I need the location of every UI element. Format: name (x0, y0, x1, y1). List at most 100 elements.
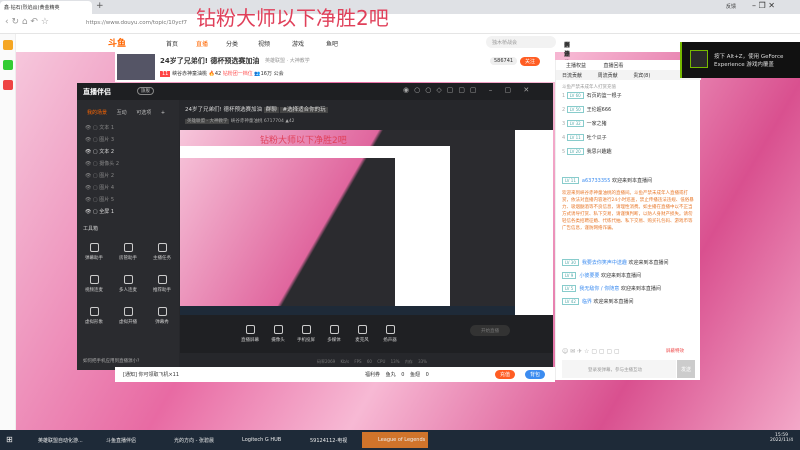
chat-message: LV 11 a63733355 欢迎来到本直播间 (562, 177, 652, 184)
layer-item[interactable]: 👁 ▢ 图片 5 (85, 196, 114, 203)
source-button[interactable]: 摄像头 (263, 325, 293, 343)
source-icon (273, 325, 283, 334)
source-button[interactable]: 扬声器 (375, 325, 405, 343)
backpack-button[interactable]: 背包 (525, 370, 546, 379)
tool-item[interactable]: 房管助手 (111, 243, 145, 261)
source-button[interactable]: 手机投屏 (291, 325, 321, 343)
taskbar-item[interactable]: 光的方向 - 张碧晨 (158, 432, 224, 448)
rank-item[interactable]: 2 LV 50 王伦超666 (562, 106, 611, 113)
source-icon (301, 325, 311, 334)
preview-browser (180, 146, 395, 158)
stream-meta: 英雄联盟 - 大神教学 峡谷赤神童油桃 6717704 ▲42 (185, 119, 295, 124)
source-icon (357, 325, 367, 334)
source-icon (245, 325, 255, 334)
nvidia-icon (690, 50, 708, 68)
tool-item[interactable]: 主播任务 (145, 243, 179, 261)
taskbar-item[interactable]: 英雄联盟自动化游... (22, 432, 88, 448)
browser-tab[interactable]: 鑫·钻石(烈焰焱)黄金精英 (0, 1, 92, 14)
feedback-button[interactable]: 反馈 (726, 3, 736, 10)
notice: 斗鱼严禁未成年人打赏充值 (562, 85, 616, 90)
titlebar-icons[interactable]: ◉○○◇▢▢▢ – ▢ ✕ (403, 86, 534, 94)
taskbar: ⊞ 英雄联盟自动化游... 斗鱼直播伴侣 光的方向 - 张碧晨 Logitech G … (0, 430, 800, 450)
scene-tabs[interactable]: 我的场景 互动 可选项 + (87, 109, 165, 116)
tool-icon (89, 275, 99, 284)
rank-item[interactable]: 4 LV 11 吐个瓜子 (562, 134, 607, 141)
favorite-icon[interactable] (3, 40, 13, 50)
layer-item[interactable]: 👁 ▢ 图片 4 (85, 184, 114, 191)
new-tab-button[interactable]: + (96, 1, 104, 11)
nav-home[interactable]: 首页 (166, 39, 178, 48)
charge-button[interactable]: 充值 (495, 370, 516, 379)
send-button[interactable]: 发送 (677, 360, 695, 378)
stream-overlay-text: 钻粉大师以下净胜2吧 (196, 6, 389, 30)
nav-live[interactable]: 直播 (196, 39, 208, 48)
tool-item[interactable]: 视频连麦 (77, 275, 111, 293)
notice-text: [通知] 你可领取飞机×11 (123, 372, 180, 378)
tool-item[interactable]: 弹幕秀 (145, 307, 179, 325)
layer-item[interactable]: 👁 ▢ 图片 2 (85, 172, 114, 179)
source-button[interactable]: 多媒体 (319, 325, 349, 343)
window-controls[interactable]: – ❐ ✕ (752, 1, 775, 10)
help-tip[interactable]: 如何把手机应用到直播源小? (83, 358, 139, 364)
nav-buttons-icon[interactable]: ‹ ↻ ⌂ ↶ ☆ (5, 17, 49, 27)
source-button[interactable]: 麦克风 (347, 325, 377, 343)
companion-window: 直播伴侣 旗舰 ◉○○◇▢▢▢ – ▢ ✕ 我的场景 互动 可选项 + 👁 ▢ … (77, 83, 553, 370)
tool-item[interactable]: 虚拟开播 (111, 307, 145, 325)
preview-chat (395, 146, 450, 306)
geforce-overlay-toast: 按下 Alt+Z，使用 GeForce Experience 游戏内覆盖 (680, 42, 800, 78)
source-button[interactable]: 直播屏幕 (235, 325, 265, 343)
layer-item[interactable]: 👁 ▢ 文本 2 (85, 148, 114, 155)
edition-badge[interactable]: 旗舰 (137, 87, 154, 95)
tool-item[interactable]: 虚拟形象 (77, 307, 111, 325)
source-icon (385, 325, 395, 334)
stream-preview[interactable]: 钻粉大师以下净胜2吧 (180, 130, 515, 315)
start-stream-button[interactable]: 开始直播 (470, 325, 510, 336)
wechat-icon[interactable] (3, 60, 13, 70)
layer-item[interactable]: 👁 ▢ 文本 1 (85, 124, 114, 131)
tool-icon (123, 243, 133, 252)
tool-item[interactable]: 推荐助手 (145, 275, 179, 293)
layer-item[interactable]: 👁 ▢ 摄像头 2 (85, 160, 119, 167)
chat-panel: 主播权益 直播回看 日流贡献 周流贡献 贵宾(8) 斗鱼严禁未成年人打赏充值 1… (555, 60, 701, 380)
preview-right-strip (515, 130, 553, 315)
rank-item[interactable]: 3 LV 32 一家之猪 (562, 120, 607, 127)
source-icon (329, 325, 339, 334)
chat-message: LV 9 小彼要要 欢迎来到本直播间 (562, 272, 641, 279)
layer-item[interactable]: 👁 ▢ 全屏 1 (85, 208, 114, 215)
nav-category[interactable]: 分类 (226, 39, 238, 48)
anchor-avatar (117, 54, 155, 80)
taskbar-item[interactable]: 59124112-电视 (294, 432, 360, 448)
rank-item[interactable]: 5 LV 20 我思兴趣趣 (562, 148, 612, 155)
block-effects-toggle[interactable]: 屏蔽特效 (666, 348, 684, 354)
toolbox-title: 工具箱 (83, 226, 99, 232)
taskbar-item[interactable]: 斗鱼直播伴侣 (90, 432, 156, 448)
wallet[interactable]: 福利券 鱼丸 0 鱼翅 0 (365, 371, 429, 378)
rank-item[interactable]: 1 LV 60 石页的篮一根子 (562, 92, 622, 99)
douyu-logo[interactable]: 斗鱼 (108, 36, 126, 49)
search-input[interactable]: 独木桥战会 (486, 36, 556, 48)
room-info: 24岁了兄弟们! 德杯预选赛加油 英雄联盟 · 大神教学 11 峡谷赤神童油桃 … (115, 52, 555, 82)
room-category[interactable]: 英雄联盟 · 大神教学 (265, 57, 310, 64)
nav-yuba[interactable]: 鱼吧 (326, 39, 338, 48)
tool-icon (89, 243, 99, 252)
chat-tools-icons[interactable]: ☺ ✉ ✈ ☆ ▢ ▢ ▢ ▢ (562, 348, 620, 355)
follow-button[interactable]: 关注 (520, 57, 541, 66)
system-message: 欢迎来到峡谷赤神童油桃的直播间。斗鱼严禁未成年人直播或打赏，依法对直播内容进行2… (562, 191, 694, 231)
tool-item[interactable]: 多人连麦 (111, 275, 145, 293)
app-icon[interactable] (3, 80, 13, 90)
layer-item[interactable]: 👁 ▢ 图片 3 (85, 136, 114, 143)
nav-video[interactable]: 视频 (258, 39, 270, 48)
start-icon[interactable]: ⊞ (6, 435, 13, 444)
taskbar-item[interactable]: League of Legends (362, 432, 428, 448)
chat-input[interactable]: 登录发弹幕，参与主播互动 (562, 360, 676, 378)
promo-links[interactable]: 主播权益 直播回看 (566, 62, 624, 69)
clock[interactable]: 15:59 2022/11/4 (770, 433, 793, 443)
taskbar-item[interactable]: Logitech G HUB (226, 432, 292, 448)
tool-item[interactable]: 弹幕助手 (77, 243, 111, 261)
chat-message: LV 30 我要去你笑声中送趣 欢迎来到本直播间 (562, 259, 669, 266)
source-toolbar: 直播屏幕 摄像头 手机投屏 多媒体 麦克风 扬声器 开始直播 (180, 315, 553, 353)
stream-title[interactable]: 24岁了兄弟们! 德杯预选赛加油 群聊 #选择适合你的玩 (185, 105, 328, 113)
preview-taskbar (180, 306, 515, 315)
nav-game[interactable]: 游戏 (292, 39, 304, 48)
scene-panel: 我的场景 互动 可选项 + 👁 ▢ 文本 1 👁 ▢ 图片 3 👁 ▢ 文本 2 👁 … (77, 100, 179, 370)
